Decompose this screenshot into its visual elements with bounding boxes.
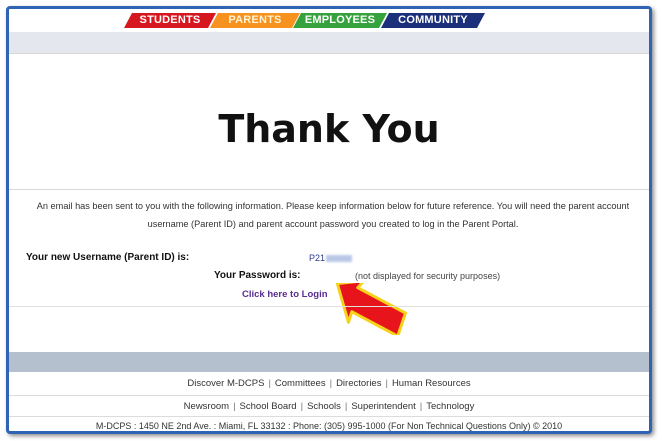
footer-copyright: M-DCPS : 1450 NE 2nd Ave. : Miami, FL 33… <box>95 421 563 431</box>
username-value: P21 <box>309 253 353 263</box>
footer-links-row-1: Discover M-DCPS | Committees | Directories | H… <box>9 378 649 389</box>
footer-link-newsroom[interactable]: Newsroom <box>184 401 229 412</box>
separator: | <box>385 378 388 389</box>
divider <box>9 53 649 54</box>
divider <box>9 395 649 396</box>
footer-links-row-2: Newsroom | School Board | Schools | Superinten… <box>9 401 649 412</box>
page-title: Thank You <box>218 107 440 151</box>
tab-community[interactable]: COMMUNITY <box>381 13 485 28</box>
footer-link-technology[interactable]: Technology <box>426 401 474 412</box>
footer-bar <box>9 352 649 372</box>
tab-students[interactable]: STUDENTS <box>124 13 216 28</box>
footer-link-committees[interactable]: Committees <box>275 378 326 389</box>
footer-link-school-board[interactable]: School Board <box>240 401 297 412</box>
redacted-mask <box>326 255 353 263</box>
footer-link-directories[interactable]: Directories <box>336 378 381 389</box>
tab-parents[interactable]: PARENTS <box>210 13 300 28</box>
footer-link-human-resources[interactable]: Human Resources <box>392 378 471 389</box>
info-line-2: username (Parent ID) and parent account … <box>147 219 519 229</box>
password-label: Your Password is: <box>214 270 301 281</box>
info-message: An email has been sent to you with the f… <box>23 197 643 233</box>
separator: | <box>268 378 271 389</box>
username-label: Your new Username (Parent ID) is: <box>26 252 190 263</box>
tab-employees[interactable]: EMPLOYEES <box>293 13 387 28</box>
password-value: (not displayed for security purposes) <box>355 271 501 281</box>
divider <box>9 416 649 417</box>
browser-frame: STUDENTS PARENTS EMPLOYEES COMMUNITY Tha… <box>6 6 652 434</box>
red-arrow-icon <box>335 283 407 335</box>
header-bar <box>9 32 649 53</box>
divider <box>9 306 649 307</box>
separator: | <box>233 401 236 412</box>
footer-link-schools[interactable]: Schools <box>307 401 341 412</box>
footer-link-superintendent[interactable]: Superintendent <box>351 401 415 412</box>
separator: | <box>344 401 348 412</box>
separator: | <box>419 401 423 412</box>
info-line-1: An email has been sent to you with the f… <box>36 201 630 211</box>
footer-link-discover[interactable]: Discover M-DCPS <box>187 378 264 389</box>
separator: | <box>329 378 333 389</box>
divider <box>9 189 649 190</box>
username-value-text: P21 <box>309 253 326 263</box>
login-link[interactable]: Click here to Login <box>242 289 328 300</box>
separator: | <box>300 401 304 412</box>
top-nav: STUDENTS PARENTS EMPLOYEES COMMUNITY <box>9 9 649 32</box>
